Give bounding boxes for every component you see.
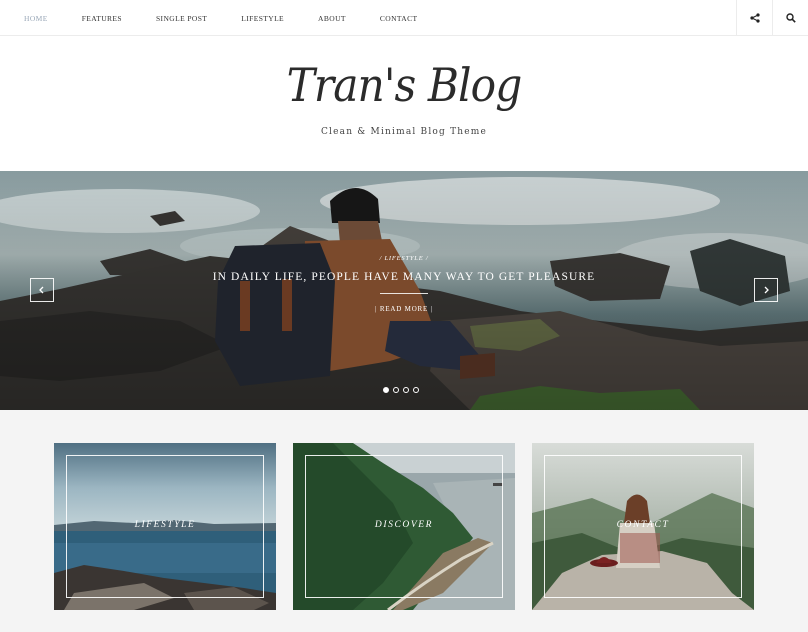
share-button[interactable] <box>736 0 772 36</box>
card-label: DISCOVER <box>374 520 434 530</box>
read-more-link[interactable]: | READ MORE | <box>0 305 808 313</box>
slider-dot-3[interactable] <box>403 387 409 393</box>
card-label: LIFESTYLE <box>134 520 196 530</box>
hero-slider: / LIFESTYLE / IN DAILY LIFE, PEOPLE HAVE… <box>0 171 808 410</box>
chevron-left-icon <box>39 286 44 294</box>
slider-dot-4[interactable] <box>413 387 419 393</box>
slider-dot-2[interactable] <box>393 387 399 393</box>
menu-item-about[interactable]: ABOUT <box>318 14 346 23</box>
card-contact[interactable]: CONTACT <box>532 443 754 610</box>
site-header: Tran's Blog Clean & Minimal Blog Theme <box>0 36 808 171</box>
slider-pagination <box>383 387 423 393</box>
menu-item-single-post[interactable]: SINGLE POST <box>156 14 207 23</box>
search-icon <box>785 13 796 23</box>
menu-item-contact[interactable]: CONTACT <box>380 14 418 23</box>
top-navigation: HOME FEATURES SINGLE POST LIFESTYLE ABOU… <box>0 0 808 36</box>
menu-item-features[interactable]: FEATURES <box>82 14 122 23</box>
site-logo[interactable]: Tran's Blog <box>32 58 775 112</box>
slider-next-button[interactable] <box>754 278 778 302</box>
card-lifestyle[interactable]: LIFESTYLE <box>54 443 276 610</box>
share-icon <box>749 13 760 23</box>
menu-item-home[interactable]: HOME <box>24 14 48 23</box>
slider-prev-button[interactable] <box>30 278 54 302</box>
site-tagline: Clean & Minimal Blog Theme <box>320 127 488 137</box>
card-discover[interactable]: DISCOVER <box>293 443 515 610</box>
search-button[interactable] <box>772 0 808 36</box>
menu-item-lifestyle[interactable]: LIFESTYLE <box>241 14 284 23</box>
slide-divider <box>380 293 428 294</box>
slide-image <box>0 171 808 410</box>
main-menu: HOME FEATURES SINGLE POST LIFESTYLE ABOU… <box>24 0 452 36</box>
slider-dot-1[interactable] <box>383 387 389 393</box>
slide-category[interactable]: / LIFESTYLE / <box>0 255 808 262</box>
slide-title[interactable]: IN DAILY LIFE, PEOPLE HAVE MANY WAY TO G… <box>0 271 808 283</box>
chevron-right-icon <box>764 286 769 294</box>
featured-categories: LIFESTYLE DISCOVER CONTACT <box>0 410 808 632</box>
card-label: CONTACT <box>616 520 670 530</box>
